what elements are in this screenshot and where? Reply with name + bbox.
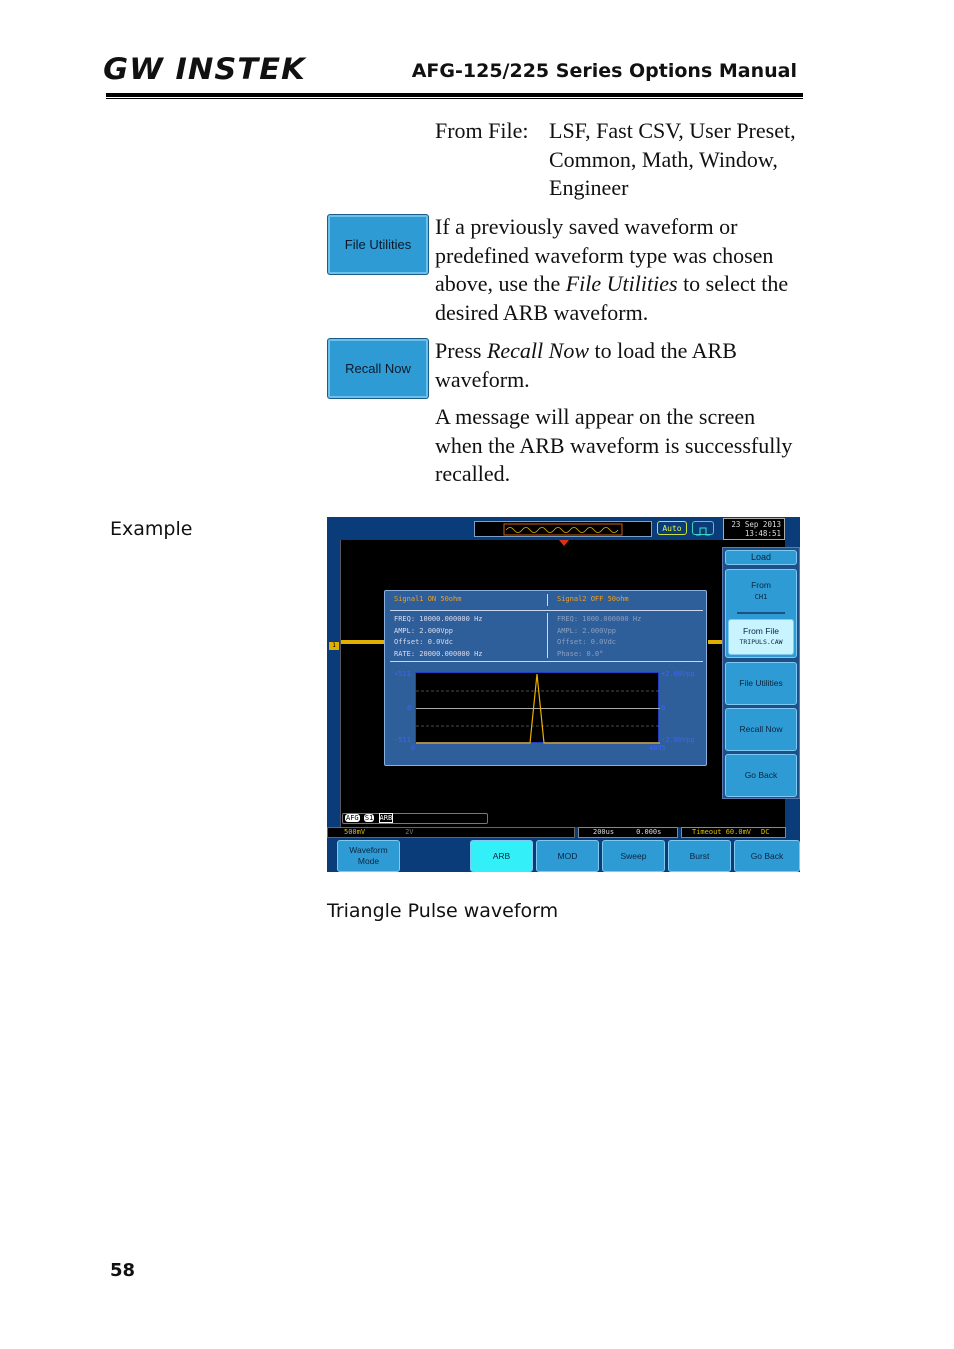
header-rule-thin	[106, 98, 803, 99]
recall-now-key: Recall Now	[327, 338, 429, 399]
from-file-values: LSF, Fast CSV, User Preset, Common, Math…	[549, 118, 796, 200]
signal1-header: Signal1 ON 50ohm	[394, 595, 462, 603]
r-mid-label: 0	[661, 704, 666, 712]
afg-tags: AFG S1 ARB	[342, 813, 488, 824]
pulse-icon	[692, 521, 714, 536]
ch1-trace-right	[708, 640, 722, 644]
r-top-label: +2.00Vpp	[661, 670, 695, 678]
softkey-mod[interactable]: MOD	[536, 840, 599, 872]
channel-status: 500mV 2V	[327, 827, 575, 838]
softkey-go-back[interactable]: Go Back	[734, 840, 800, 872]
softkey-burst[interactable]: Burst	[668, 840, 731, 872]
from-file-label: From File:	[435, 118, 529, 143]
from-file-selected[interactable]: From File TRIPULS.CAW	[728, 619, 794, 655]
message-note: A message will appear on the screen when…	[435, 404, 793, 486]
r-bot-label: -2.00Vpp	[661, 736, 695, 744]
y-top-label: +511	[394, 670, 411, 678]
scope-screenshot: Auto 23 Sep 2013 13:48:51 1 Signal1 ON 50…	[327, 517, 800, 872]
trigger-status: Timeout 60.0mV DC	[681, 827, 786, 838]
file-utilities-menu-button[interactable]: File Utilities	[725, 662, 797, 705]
page-number: 58	[110, 1260, 136, 1281]
waveform-overview	[474, 521, 652, 537]
arb-waveform-graph	[415, 672, 660, 744]
from-label: From	[751, 580, 771, 590]
trigger-position-marker	[559, 540, 569, 546]
ch1-trace	[341, 640, 385, 644]
signal1-params: FREQ: 10000.000000 Hz AMPL: 2.000Vpp Offse…	[394, 615, 483, 658]
menu-divider	[737, 612, 785, 614]
softkey-arb[interactable]: ARB	[470, 840, 533, 872]
file-utilities-key: File Utilities	[327, 214, 429, 275]
trigger-mode-badge: Auto	[657, 521, 687, 535]
datetime: 23 Sep 2013 13:48:51	[723, 518, 785, 540]
go-back-menu-button[interactable]: Go Back	[725, 754, 797, 797]
manual-title: AFG-125/225 Series Options Manual	[411, 60, 797, 82]
recall-now-menu-button[interactable]: Recall Now	[725, 708, 797, 751]
x-left-label: 0	[411, 744, 416, 752]
gw-instek-logo: GW INSTEK	[103, 52, 306, 86]
signal2-header: Signal2 OFF 50ohm	[557, 595, 629, 603]
step-recall-now-text: Press Recall Now to load the ARB wavefor…	[435, 338, 737, 392]
y-mid-label: 0	[407, 704, 412, 712]
header-rule	[106, 93, 803, 97]
load-menu-title: Load	[725, 550, 797, 565]
softkey-sweep[interactable]: Sweep	[602, 840, 665, 872]
softkey-waveform-mode[interactable]: Waveform Mode	[337, 840, 400, 872]
figure-caption: Triangle Pulse waveform	[327, 900, 559, 922]
step-file-utilities-text: If a previously saved waveform or predef…	[435, 214, 789, 325]
ch1-marker: 1	[329, 642, 339, 650]
y-bot-label: -511	[394, 736, 411, 744]
arb-info-panel: Signal1 ON 50ohm Signal2 OFF 50ohm FREQ:…	[384, 590, 707, 766]
timebase-status: 200us 0.000s	[578, 827, 678, 838]
from-value: CH1	[754, 593, 768, 601]
signal2-params: FREQ: 1000.000000 Hz AMPL: 2.000Vpp Offset…	[557, 615, 642, 658]
x-right-label: 4095	[649, 744, 666, 752]
example-label: Example	[110, 518, 193, 540]
